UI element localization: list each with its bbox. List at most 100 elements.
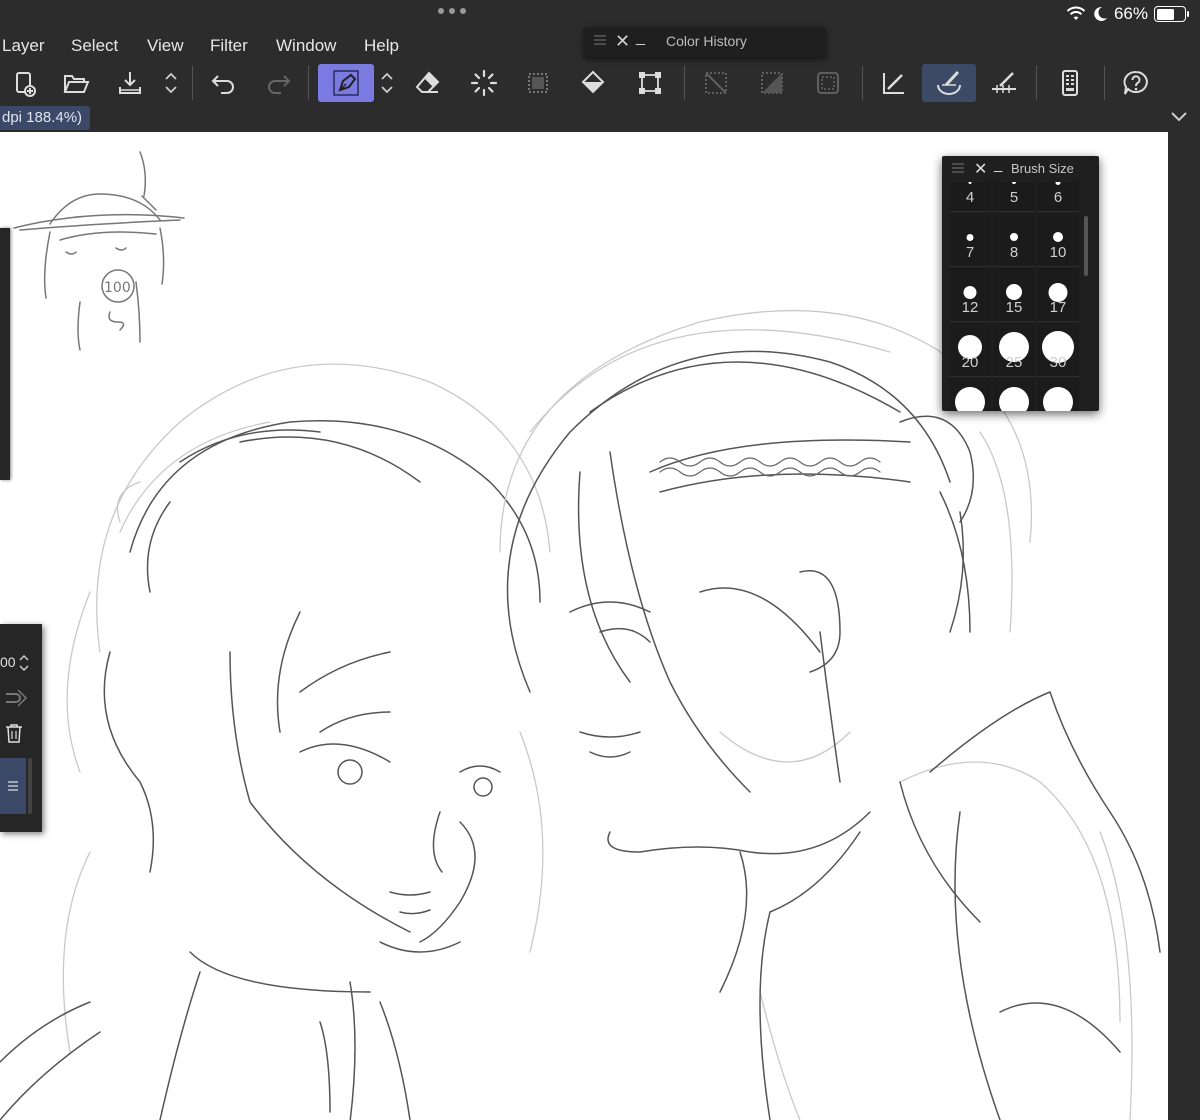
color-history-palette[interactable]: ✕ _ Color History [584,27,826,57]
new-canvas-button[interactable] [2,64,46,102]
eraser-button[interactable] [406,64,450,102]
device-panel-button[interactable] [1048,64,1092,102]
app-window: 66% Layer Select View Filter Window Help [0,0,1200,1120]
drag-handle-icon[interactable] [952,163,964,173]
brush-size-dot [1055,182,1061,185]
chevron-updown-icon [381,72,393,94]
open-icon [63,75,90,93]
minimize-icon[interactable]: _ [994,156,1002,173]
brush-size-option[interactable]: 6 [1037,182,1079,212]
pen-tool-button[interactable] [318,64,374,102]
brush-size-label: 15 [1005,299,1023,316]
brush-size-option[interactable]: 7 [949,213,991,267]
menu-icon[interactable] [7,780,19,792]
open-button[interactable] [54,64,98,102]
invert-selection-button[interactable] [750,64,794,102]
document-tab[interactable]: dpi 188.4%) [0,106,91,130]
ruler-brush-button[interactable] [872,64,916,102]
eraser-icon [415,71,440,93]
brush-size-option[interactable]: 8 [993,213,1035,267]
trash-icon[interactable] [4,722,24,744]
layer-palette-fragment[interactable]: 00 [0,624,42,832]
toolbar-separator [862,66,863,100]
select-dotted-icon [528,73,548,93]
clear-selection-button[interactable] [694,64,738,102]
help-button[interactable] [1114,64,1158,102]
redo-button[interactable] [256,64,300,102]
sketch-badge-text: 100 [104,280,131,296]
left-palette-fragment[interactable] [0,228,10,480]
drag-handle-icon[interactable] [594,35,606,45]
layer-scrollbar[interactable] [28,758,32,814]
pen-options-button[interactable] [376,64,398,102]
brush-size-option[interactable]: 5 [993,182,1035,212]
save-button[interactable] [108,64,152,102]
brush-size-palette[interactable]: ✕ _ Brush Size 4 5 6 7 8 10 12 15 17 20 25 30 [942,156,1099,411]
menu-window[interactable]: Window [276,36,336,56]
redo-icon [268,75,291,94]
help-icon [1123,70,1148,95]
menu-filter[interactable]: Filter [210,36,248,56]
moon-icon [1094,6,1107,21]
snap-ruler-icon [992,72,1016,93]
chevron-down-icon[interactable] [1170,108,1188,124]
menu-help[interactable]: Help [364,36,399,56]
close-icon[interactable]: ✕ [974,159,987,179]
brush-stroke-icon [937,70,961,95]
fill-button[interactable] [572,64,616,102]
brush-size-option[interactable]: 10 [1037,213,1079,267]
brush-size-label: 20 [961,354,979,371]
undo-button[interactable] [202,64,246,102]
close-icon[interactable]: ✕ [615,31,630,52]
brush-size-option[interactable]: 25 [993,323,1035,377]
brush-size-label: 6 [1053,189,1063,206]
chevron-updown-icon[interactable] [18,652,30,674]
menu-view[interactable]: View [147,36,184,56]
brush-size-dot [963,285,977,299]
brush-size-option[interactable]: 30 [1037,323,1079,377]
link-layer-icon[interactable] [2,686,30,710]
multitask-dots-icon[interactable] [438,8,466,14]
brush-size-dot [966,233,974,241]
brush-size-option[interactable]: 4 [949,182,991,212]
minimize-icon[interactable]: _ [636,29,645,47]
left-figure-lines [0,420,541,1120]
brush-stroke-button[interactable] [922,64,976,102]
brush-size-grid: 4 5 6 7 8 10 12 15 17 20 25 30 [949,182,1079,411]
left-figure-guides [62,363,551,1053]
brush-size-dot [1006,284,1022,300]
brush-size-option[interactable]: 15 [993,268,1035,322]
right-figure-lines [506,350,1161,1120]
snap-ruler-button[interactable] [982,64,1026,102]
brush-size-option[interactable]: 17 [1037,268,1079,322]
selection-border-button[interactable] [806,64,850,102]
brush-size-label: 10 [1049,244,1067,261]
brush-size-label: 12 [961,299,979,316]
menu-select[interactable]: Select [71,36,118,56]
brush-size-dot [999,387,1029,411]
toolbar-separator [1104,66,1105,100]
wifi-icon [1066,6,1086,20]
select-area-button[interactable] [516,64,560,102]
layer-row-selected[interactable] [0,758,26,814]
selection-border-icon [817,72,839,94]
toolbar-separator [684,66,685,100]
opacity-value[interactable]: 00 [0,654,16,670]
brush-size-option[interactable] [993,378,1035,411]
brush-size-scrollbar[interactable] [1084,216,1088,276]
brush-size-option[interactable]: 12 [949,268,991,322]
transform-button[interactable] [628,64,672,102]
invert-selection-icon [761,72,783,94]
brush-size-titlebar[interactable]: ✕ _ Brush Size [942,156,1099,182]
chibi-doodle [13,151,185,351]
brush-size-option[interactable] [1037,378,1079,411]
palette-title: Brush Size [1011,161,1074,176]
transform-icon [639,72,661,94]
document-tab-bar: dpi 188.4%) [0,104,1200,132]
brush-size-option[interactable] [949,378,991,411]
save-options-button[interactable] [160,64,182,102]
menu-layer[interactable]: Layer [2,36,45,56]
brush-size-option[interactable]: 20 [949,323,991,377]
brush-size-label: 7 [965,244,975,261]
selection-launcher-button[interactable] [462,64,506,102]
